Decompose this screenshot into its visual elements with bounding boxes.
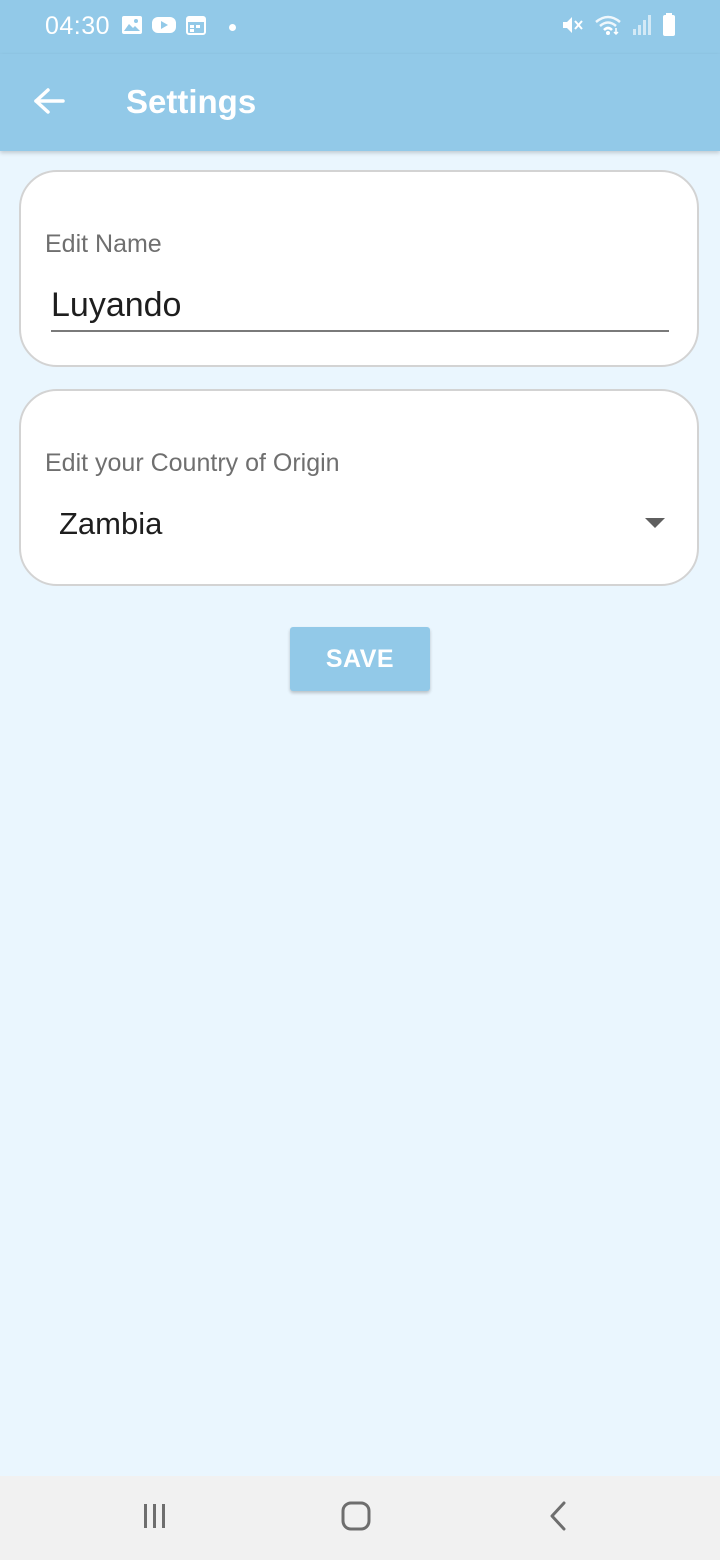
name-input[interactable] [51,280,669,332]
recents-button[interactable] [125,1494,185,1542]
home-button[interactable] [326,1494,386,1542]
battery-icon [662,12,676,42]
wifi-icon [594,14,622,41]
status-right-icons [560,12,676,42]
country-selected-value: Zambia [59,506,163,541]
nav-back-button[interactable] [528,1494,588,1542]
country-dropdown[interactable]: Zambia [45,494,665,548]
country-label: Edit your Country of Origin [45,449,340,477]
mute-icon [560,13,584,42]
recents-icon [140,1502,170,1535]
page-title: Settings [126,83,257,120]
notification-dot-icon [229,23,236,31]
save-button[interactable]: SAVE [290,627,430,691]
back-button[interactable] [24,78,74,128]
caret-down-icon [645,518,665,528]
app-bar: Settings [0,54,720,151]
country-card: Edit your Country of Origin Zambia [19,389,699,586]
arrow-left-icon [33,87,65,120]
status-bar: 04:30 [0,0,720,54]
youtube-icon [151,15,177,40]
status-time: 04:30 [45,12,111,40]
calendar-icon [185,14,207,41]
name-card: Edit Name [19,170,699,367]
status-left-icons [121,14,236,40]
signal-icon [632,14,652,41]
home-icon [340,1500,372,1537]
back-icon [548,1500,568,1537]
gallery-icon [121,15,143,40]
name-label: Edit Name [45,230,162,258]
system-nav-bar [0,1476,720,1560]
